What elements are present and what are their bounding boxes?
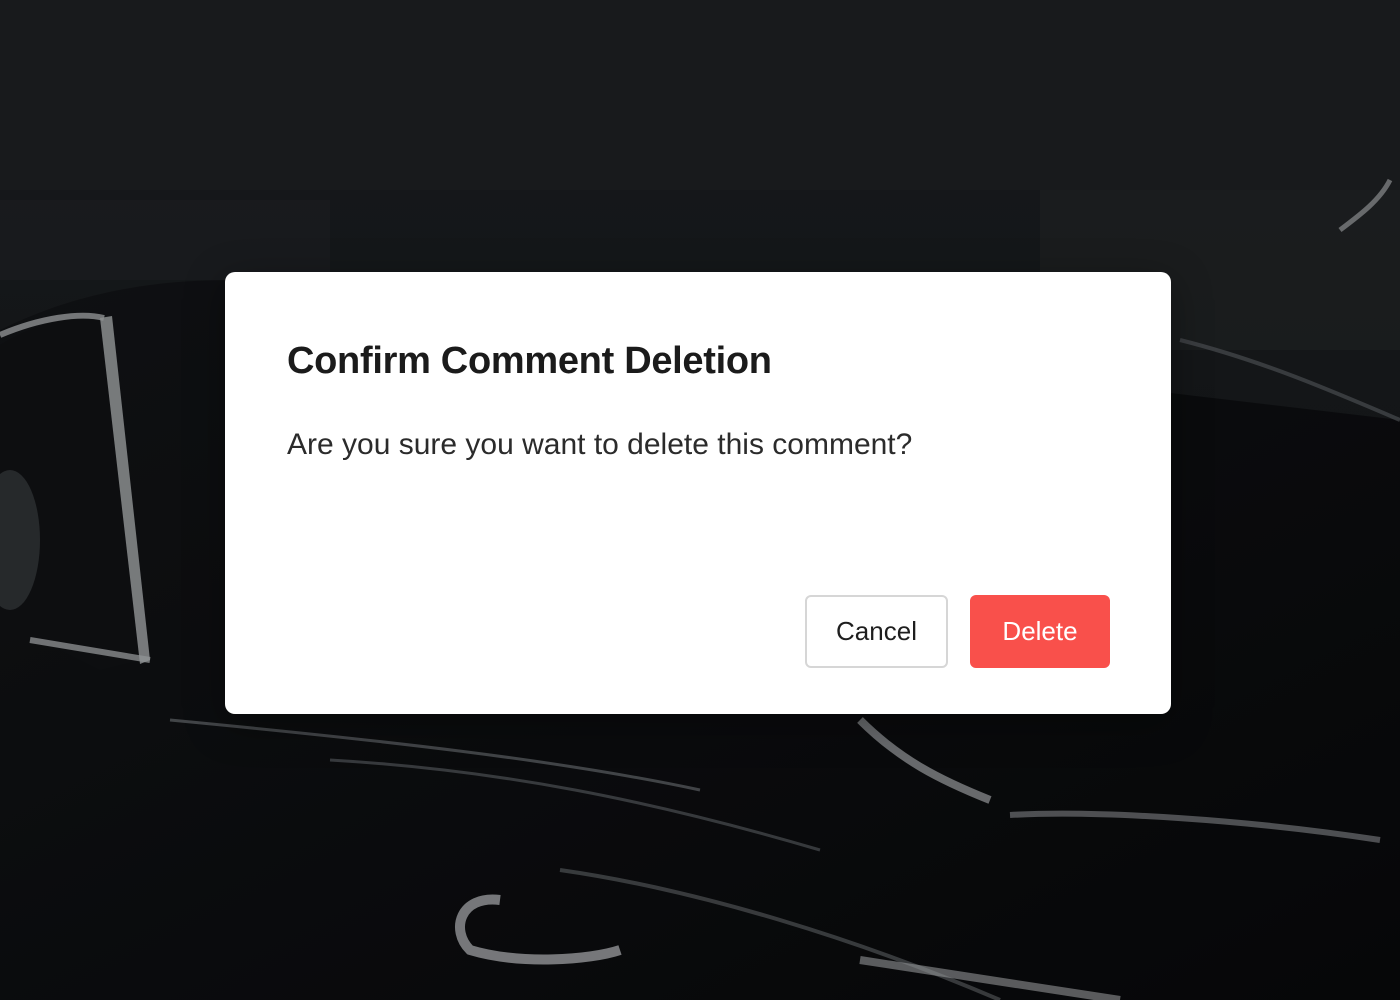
delete-button[interactable]: Delete xyxy=(970,595,1110,668)
screen: Confirm Comment Deletion Are you sure yo… xyxy=(0,0,1400,1000)
dialog-message: Are you sure you want to delete this com… xyxy=(287,428,913,461)
confirm-delete-dialog: Confirm Comment Deletion Are you sure yo… xyxy=(225,272,1171,714)
cancel-button[interactable]: Cancel xyxy=(805,595,948,668)
dialog-title: Confirm Comment Deletion xyxy=(287,340,772,382)
